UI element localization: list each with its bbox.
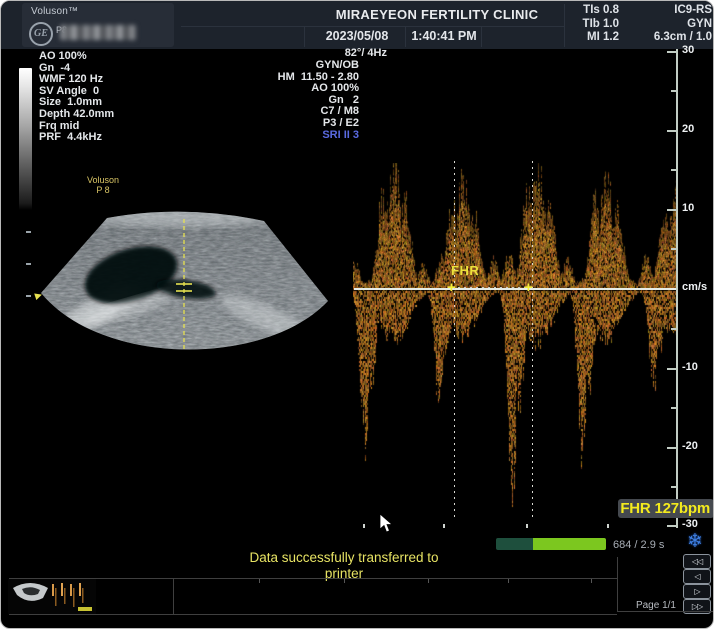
time-tick [526,524,528,528]
sri-setting: SRI II 3 [322,128,359,141]
header-divider [181,25,564,27]
clinic-name: MIRAEYEON FERTILITY CLINIC [335,7,539,22]
doppler-param-line: GYN/OB [315,59,359,71]
header-divider [304,27,305,47]
fhr-result-badge: FHR 127bpm [618,499,713,518]
scale-axis-line [676,49,678,528]
scale-tick [671,90,676,92]
ge-logo-icon: GE [29,22,53,46]
scale-label: 20 [682,123,695,135]
page: Voluson™ GE P8 MIRAEYEON FERTILITY CLINI… [0,0,714,629]
scale-label: 30 [682,44,695,56]
scale-tick [667,130,676,132]
bmode-param-line: PRF 4.4kHz [39,131,102,144]
bmode-parameter-list: AO 100% Gn -4 WMF 120 Hz SV Angle 0 Size… [39,50,115,144]
caliper-cross[interactable]: + [524,280,533,295]
tib-readout: TIb 1.0 [582,17,619,30]
doppler-spectrum-canvas [353,163,677,525]
ultrasound-screen: Voluson™ GE P8 MIRAEYEON FERTILITY CLINI… [0,0,714,629]
clip-slot-tick [259,579,260,583]
freeze-snowflake-icon[interactable]: ❄ [687,530,703,553]
caliper-connector [458,287,526,288]
probe-info-block: IC9-RS GYN 6.3cm / 1.0 [623,4,712,45]
caliper-cross[interactable]: + [447,280,456,295]
page-indicator: Page 1/1 [635,600,676,611]
clip-slot-tick [508,579,509,583]
fhr-caliper-line[interactable] [453,161,455,521]
mi-readout: MI 1.2 [587,31,619,43]
panel-divider [617,557,618,612]
scale-tick [667,525,676,527]
exam-time: 1:40:41 PM [411,29,477,43]
scale-tick [671,486,676,488]
scale-tick [671,169,676,171]
scale-tick [667,368,676,370]
scale-tick [671,248,676,250]
bmode-param-line: Depth 42.0mm [39,107,115,120]
scale-label: -10 [682,361,698,373]
clip-strip-border [9,614,617,615]
scale-tick [667,447,676,449]
clip-strip-divider [173,578,174,615]
brand-panel: Voluson™ GE P8 [22,3,174,47]
clip-slot-tick [428,579,429,583]
time-tick [363,524,365,528]
patient-name-redacted [60,25,136,40]
scale-tick [671,407,676,409]
clip-slot-tick [344,579,345,583]
probe-name: IC9-RS [674,4,712,16]
doppler-parameter-list: GYN/OB HM 11.50 - 2.80 AO 100% Gn 2 C7 /… [213,59,359,141]
doppler-baseline [354,288,676,290]
bmode-param-line: AO 100% [39,50,87,62]
scale-tick [671,328,676,330]
tis-readout: TIs 0.8 [583,4,619,16]
probe-preset: GYN [687,17,712,30]
scale-label: -30 [682,518,698,530]
cine-fast-backward-button[interactable]: ◁◁ [683,554,711,569]
bmode-image [41,211,328,352]
time-tick [443,524,445,528]
clip-slot-tick [591,579,592,583]
brand-name: Voluson™ [31,6,79,17]
cine-progress-bar[interactable] [496,538,606,550]
near-field-echo [86,211,276,227]
clip-strip-border [9,578,617,579]
acoustic-output-block: TIs 0.8 TIb 1.0 MI 1.2 [557,4,619,45]
cine-step-forward-button[interactable]: ▷ [683,584,711,599]
scale-tick [667,209,676,211]
mouse-cursor [379,513,394,533]
thumbnail-label [78,607,92,611]
cine-frame-counter: 684 / 2.9 s [613,539,665,551]
time-tick [607,524,609,528]
fhr-caliper-line[interactable] [531,161,533,521]
doppler-frame-info: 82°/ 4Hz [344,47,387,59]
probe-depth-freq: 6.3cm / 1.0 [653,31,712,43]
scale-label: -20 [682,440,698,452]
exam-date: 2023/05/08 [325,29,389,43]
cine-step-backward-button[interactable]: ◁ [683,569,711,584]
scale-label: cm/s [682,281,708,293]
fhr-caliper-label: FHR [451,263,480,278]
panel-divider [617,611,713,612]
status-message: Data successfully transferred to printer [249,550,439,581]
clip-thumbnail[interactable] [8,579,96,614]
doppler-param-line: P3 / E2 [322,116,359,129]
scale-tick [667,51,676,53]
scale-label: 10 [682,202,695,214]
cine-progress-elapsed [496,538,533,550]
cine-progress-remaining [533,538,606,550]
